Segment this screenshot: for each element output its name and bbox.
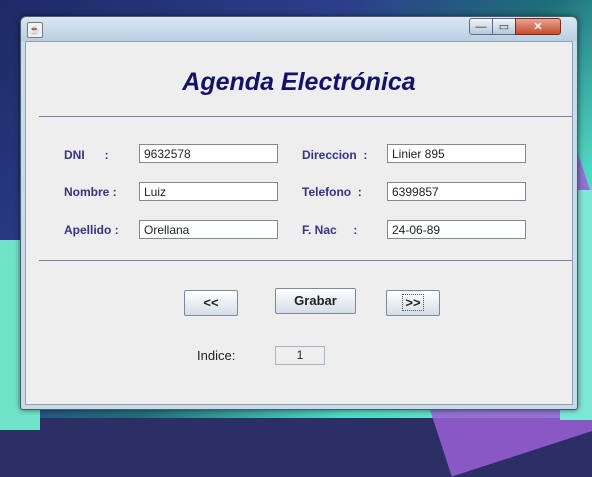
minimize-button[interactable]: — [469,18,493,35]
telefono-field[interactable] [387,182,526,201]
nombre-field[interactable] [139,182,278,201]
title-bar[interactable]: ☕ — ▭ ✕ [21,17,577,41]
direccion-label: Direccion : [302,148,368,162]
next-button[interactable]: >> [386,290,440,316]
fnac-label: F. Nac : [302,223,358,237]
apellido-label: Apellido : [64,223,119,237]
page-title: Agenda Electrónica [182,68,416,96]
app-window: ☕ — ▭ ✕ Agenda Electrónica DNI : Nombre … [20,16,578,410]
fnac-field[interactable] [387,220,526,239]
java-icon[interactable]: ☕ [27,22,43,38]
divider [39,260,572,261]
form-panel: Agenda Electrónica DNI : Nombre : Apelli… [25,41,573,405]
close-button[interactable]: ✕ [515,18,561,35]
telefono-label: Telefono : [302,185,362,199]
save-button[interactable]: Grabar [275,288,356,314]
next-button-label: >> [402,294,424,311]
nombre-label: Nombre : [64,185,117,199]
dni-field[interactable] [139,144,278,163]
apellido-field[interactable] [139,220,278,239]
index-field: 1 [275,346,325,365]
index-label: Indice: [197,348,236,363]
direccion-field[interactable] [387,144,526,163]
dni-label: DNI : [64,148,109,162]
maximize-button[interactable]: ▭ [492,18,516,35]
previous-button[interactable]: << [184,290,238,316]
divider [39,116,572,117]
